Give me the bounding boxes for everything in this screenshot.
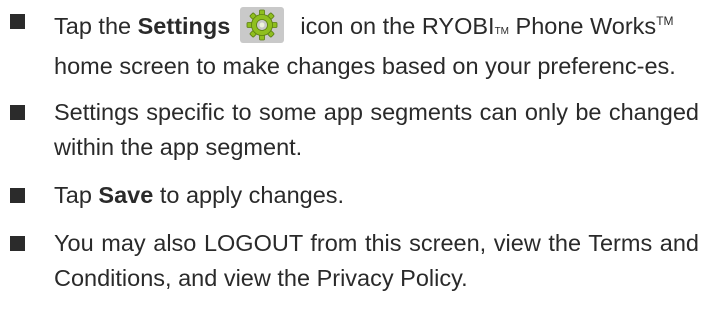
item3-suffix: to apply changes. — [153, 182, 345, 208]
settings-gear-icon — [240, 7, 285, 43]
list-item-save: Tap Save to apply changes. — [8, 178, 699, 213]
bullet-square-icon — [10, 236, 25, 251]
trademark-superscript: TM — [656, 14, 674, 28]
gear-icon — [246, 9, 278, 41]
item4-text: You may also LOGOUT from this screen, vi… — [54, 230, 699, 291]
trademark-small: TM — [494, 26, 510, 37]
instructions-document: Tap the Settings icon on the RYOBITM Pho… — [0, 0, 705, 313]
item1-prefix: Tap the — [54, 13, 138, 39]
bullet-square-icon — [10, 188, 25, 203]
list-item-settings: Tap the Settings icon on the RYOBITM Pho… — [8, 4, 699, 84]
item1-product: Phone Works — [509, 13, 657, 39]
settings-label: Settings — [137, 13, 231, 39]
item2-text: Settings specific to some app segments c… — [54, 99, 699, 160]
item3-prefix: Tap — [54, 182, 99, 208]
instruction-list: Tap the Settings icon on the RYOBITM Pho… — [8, 4, 699, 296]
save-label: Save — [98, 182, 154, 208]
bullet-square-icon — [10, 14, 25, 29]
item1-rest: home screen to make changes based on you… — [54, 53, 676, 79]
item1-after-icon: icon on the RYOBI — [300, 13, 495, 39]
bullet-square-icon — [10, 105, 25, 120]
list-item-logout: You may also LOGOUT from this screen, vi… — [8, 226, 699, 296]
list-item-segment-settings: Settings specific to some app segments c… — [8, 95, 699, 165]
